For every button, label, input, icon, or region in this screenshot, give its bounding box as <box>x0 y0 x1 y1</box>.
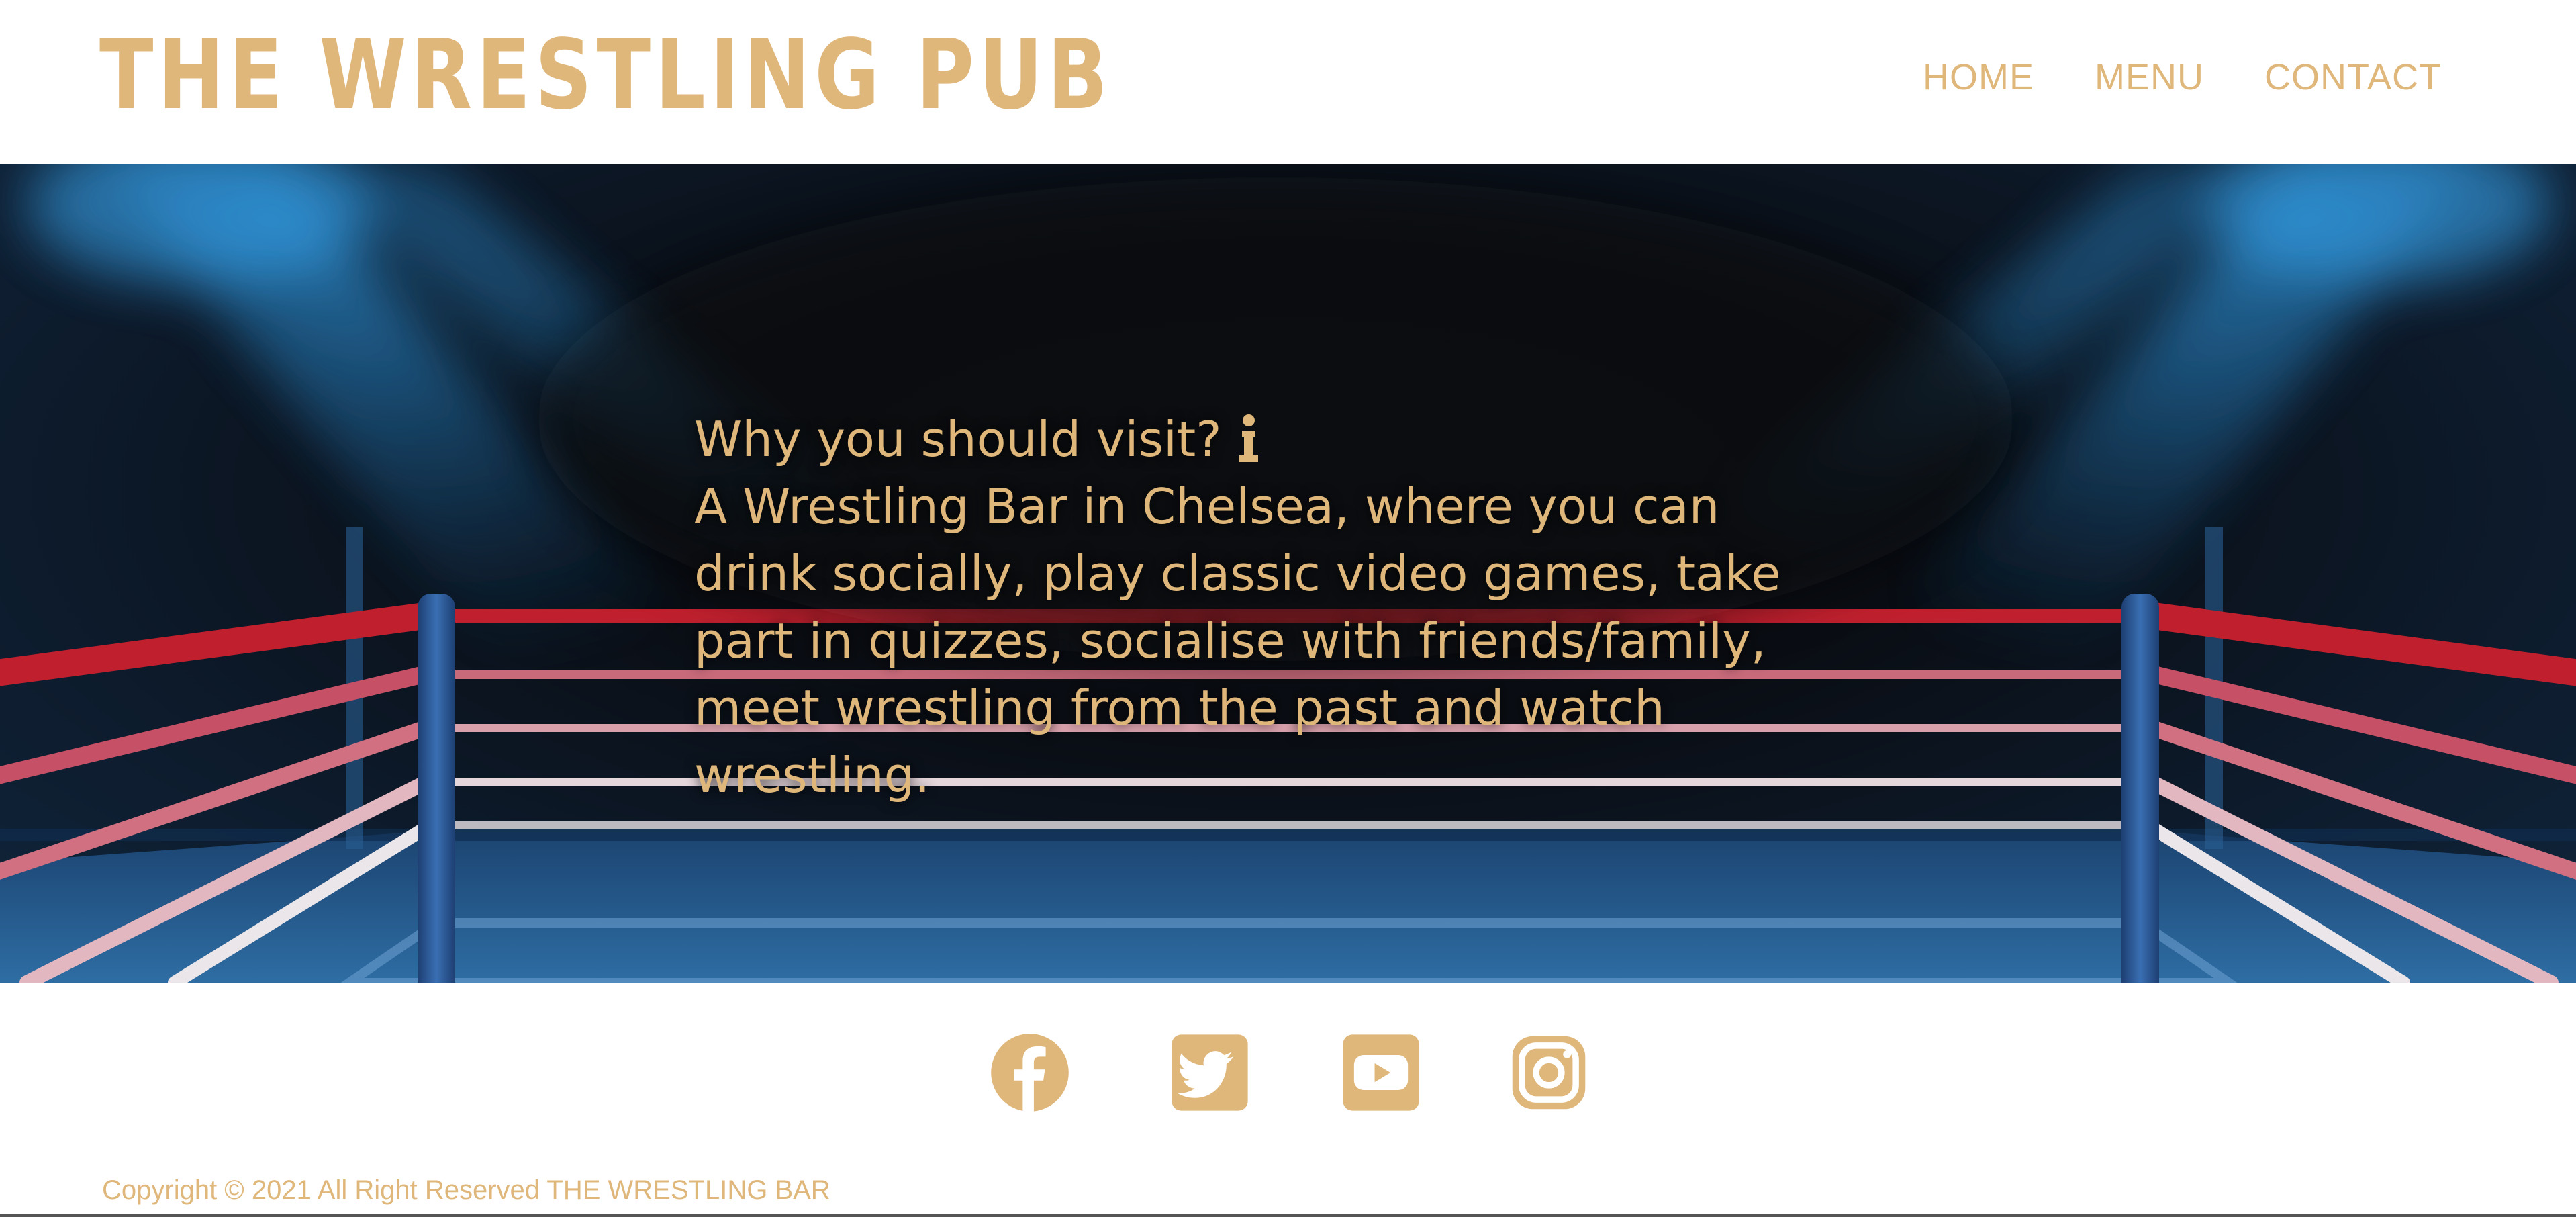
site-logo[interactable]: THE WRESTLING PUB <box>99 17 1112 132</box>
social-links <box>0 1033 2576 1114</box>
nav-home-link[interactable]: HOME <box>1923 47 2034 107</box>
nav-menu-link[interactable]: MENU <box>2095 47 2204 107</box>
instagram-icon[interactable] <box>1509 1033 1588 1112</box>
hero-heading-text: Why you should visit? <box>694 411 1222 467</box>
hero-banner: Why you should visit? A Wrestling Bar in… <box>0 164 2576 983</box>
main-nav: HOME MENU CONTACT <box>1923 47 2442 107</box>
nav-contact-link[interactable]: CONTACT <box>2264 47 2442 107</box>
hero-text-block: Why you should visit? A Wrestling Bar in… <box>694 406 1835 809</box>
site-header: THE WRESTLING PUB HOME MENU CONTACT <box>0 0 2576 164</box>
youtube-icon[interactable] <box>1341 1033 1421 1112</box>
hero-heading: Why you should visit? <box>694 406 1835 473</box>
copyright-text: Copyright © 2021 All Right Reserved THE … <box>102 1175 830 1205</box>
footer-divider <box>0 1214 2576 1217</box>
twitter-icon[interactable] <box>1170 1033 1249 1112</box>
info-icon <box>1239 414 1258 462</box>
facebook-icon[interactable] <box>990 1033 1069 1112</box>
hero-description: A Wrestling Bar in Chelsea, where you ca… <box>694 478 1781 803</box>
